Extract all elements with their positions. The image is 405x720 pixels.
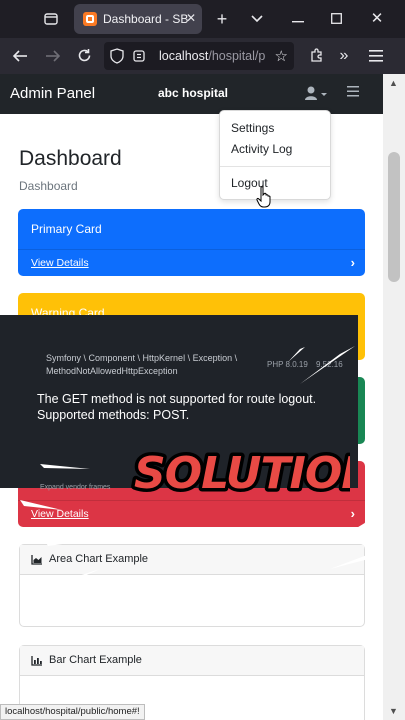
page-scrollbar[interactable]: ▲ ▼	[383, 74, 405, 720]
breadcrumb: Dashboard	[19, 179, 78, 193]
tab-overview-icon[interactable]	[40, 8, 62, 30]
laravel-version: 9.52.16	[316, 360, 343, 369]
exception-class: Symfony \ Component \ HttpKernel \ Excep…	[46, 353, 238, 376]
area-chart-card: Area Chart Example	[19, 544, 365, 627]
url-host: localhost	[159, 49, 209, 63]
app-navbar: Admin Panel abc hospital	[0, 74, 383, 114]
scrollbar-thumb[interactable]	[388, 152, 400, 282]
card-header: Area Chart Example	[20, 545, 364, 575]
back-arrow-icon[interactable]	[9, 45, 31, 67]
browser-tab-active[interactable]: Dashboard - SB Admin ✕	[74, 4, 202, 34]
menu-item-settings[interactable]: Settings	[231, 121, 274, 135]
browser-tab-strip: Dashboard - SB Admin ✕ + ✕	[0, 0, 405, 38]
php-version: PHP 8.0.19	[267, 360, 308, 369]
bar-chart-icon	[31, 656, 42, 666]
link-status-bar: localhost/hospital/public/home#!	[0, 704, 145, 720]
scroll-up-arrow-icon[interactable]: ▲	[389, 78, 398, 88]
hand-pointer-cursor-icon	[256, 186, 271, 208]
card-title: Bar Chart Example	[49, 654, 142, 666]
user-dropdown-toggle[interactable]	[303, 84, 331, 104]
menu-divider	[220, 166, 330, 167]
user-dropdown-menu: Settings Activity Log Logout	[219, 110, 331, 200]
card-footer: View Details ›	[18, 249, 365, 276]
primary-card: Primary Card View Details ›	[18, 209, 365, 276]
xampp-favicon-icon	[83, 12, 97, 26]
view-details-link[interactable]: View Details	[31, 257, 89, 269]
expand-vendor-frames: Expand vendor frames	[40, 484, 111, 491]
address-bar[interactable]: localhost/hospital/p ☆	[104, 42, 294, 70]
card-header: Bar Chart Example	[20, 646, 364, 676]
extensions-icon[interactable]	[305, 45, 327, 67]
forward-arrow-icon[interactable]	[42, 45, 64, 67]
chevron-right-icon: ›	[350, 506, 355, 521]
overflow-chevrons-icon[interactable]: »	[333, 45, 355, 67]
page-title: Dashboard	[19, 147, 122, 170]
sidebar-toggle-icon[interactable]	[347, 84, 359, 100]
chevron-right-icon: ›	[350, 255, 355, 270]
menu-item-activity-log[interactable]: Activity Log	[231, 142, 292, 156]
new-tab-icon[interactable]: +	[211, 8, 233, 30]
minimize-icon[interactable]	[287, 8, 309, 30]
card-title: Area Chart Example	[49, 553, 149, 565]
tracking-shield-icon[interactable]	[110, 48, 124, 64]
scroll-down-arrow-icon[interactable]: ▼	[389, 706, 398, 716]
area-chart-icon	[31, 555, 42, 565]
solution-text: SOLUTION	[134, 448, 350, 499]
url-text: localhost/hospital/p	[159, 49, 267, 63]
error-message: The GET method is not supported for rout…	[37, 392, 317, 422]
user-icon	[305, 86, 327, 100]
card-footer: View Details ›	[18, 500, 365, 527]
solution-banner-graphic: SOLUTION SOLUTION	[131, 445, 351, 503]
tab-title: Dashboard - SB Admin	[103, 12, 188, 26]
page-info-icon[interactable]	[132, 49, 146, 63]
view-details-link[interactable]: View Details	[31, 508, 89, 520]
hospital-name: abc hospital	[158, 86, 229, 100]
brand-title[interactable]: Admin Panel	[10, 85, 95, 102]
window-close-icon[interactable]: ✕	[366, 8, 388, 30]
web-page: Admin Panel abc hospital Dashboard Dashb…	[0, 74, 383, 720]
list-tabs-chevron-icon[interactable]	[246, 8, 268, 30]
tab-close-icon[interactable]: ✕	[186, 11, 196, 25]
reload-icon[interactable]	[73, 45, 95, 67]
maximize-icon[interactable]	[325, 8, 347, 30]
url-path: /hospital/p	[208, 49, 266, 63]
bookmark-star-icon[interactable]: ☆	[275, 47, 288, 65]
browser-toolbar: localhost/hospital/p ☆ »	[0, 38, 405, 74]
card-label: Primary Card	[31, 222, 102, 236]
hamburger-menu-icon[interactable]	[365, 45, 387, 67]
